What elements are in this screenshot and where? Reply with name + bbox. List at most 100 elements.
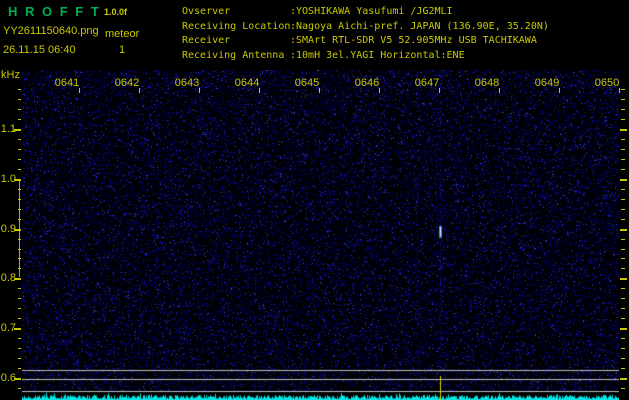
freq-minor-tick-right xyxy=(621,239,625,240)
time-tick xyxy=(199,88,200,93)
info-row-location: Receiving Location :Nagoya Aichi-pref. J… xyxy=(182,20,549,35)
freq-minor-tick-right xyxy=(621,268,625,269)
freq-minor-tick-left xyxy=(18,219,21,220)
station-info: Ovserver :YOSHIKAWA Yasufumi /JG2MLI Rec… xyxy=(182,5,549,63)
location-value: :Nagoya Aichi-pref. JAPAN (136.90E, 35.2… xyxy=(290,20,549,32)
freq-minor-tick-left xyxy=(18,109,21,110)
hrofft-window: H R O F F T 1.0.0f YY2611150640.png mete… xyxy=(0,0,629,400)
time-tick xyxy=(259,88,260,93)
time-label: 0645 xyxy=(294,77,320,89)
time-label: 0641 xyxy=(54,77,80,89)
freq-minor-tick-right xyxy=(621,308,625,309)
freq-minor-tick-right xyxy=(621,249,625,250)
observer-value: :YOSHIKAWA Yasufumi /JG2MLI xyxy=(290,6,453,17)
time-tick xyxy=(379,88,380,93)
time-label: 0649 xyxy=(534,77,560,89)
time-tick xyxy=(439,88,440,93)
freq-minor-tick-left xyxy=(18,368,21,369)
freq-unit-label: kHz xyxy=(1,69,20,81)
freq-minor-tick-right xyxy=(621,89,625,90)
freq-major-tick-left xyxy=(14,229,21,231)
time-label: 0643 xyxy=(174,77,200,89)
info-row-antenna: Receiving Antenna :10mH 3el.YAGI Horizon… xyxy=(182,49,549,64)
freq-major-tick-left xyxy=(14,278,21,280)
freq-minor-tick-right xyxy=(621,368,625,369)
antenna-label: Receiving Antenna xyxy=(182,49,285,61)
freq-minor-tick-right xyxy=(621,109,625,110)
datetime-label: 26.11.15 06:40 xyxy=(3,44,76,56)
freq-minor-tick-right xyxy=(621,159,625,160)
freq-minor-tick-left xyxy=(18,288,21,289)
freq-minor-tick-left xyxy=(18,268,21,269)
freq-minor-tick-right xyxy=(621,219,625,220)
freq-major-tick-right xyxy=(620,229,627,231)
freq-minor-tick-left xyxy=(18,139,21,140)
receiver-value: :SMArt RTL-SDR V5 52.905MHz USB TACHIKAW… xyxy=(290,35,537,46)
time-tick xyxy=(559,88,560,93)
freq-minor-tick-left xyxy=(18,348,21,349)
freq-minor-tick-right xyxy=(621,139,625,140)
freq-major-tick-right xyxy=(620,378,627,380)
mode-label: meteor xyxy=(105,28,140,40)
freq-major-tick-right xyxy=(620,179,627,181)
freq-major-tick-left xyxy=(14,328,21,330)
freq-minor-tick-right xyxy=(621,149,625,150)
meteor-count: 1 xyxy=(119,44,126,56)
freq-minor-tick-left xyxy=(18,239,21,240)
freq-major-tick-left xyxy=(14,179,21,181)
freq-major-tick-right xyxy=(620,129,627,131)
freq-minor-tick-right xyxy=(621,169,625,170)
freq-minor-tick-right xyxy=(621,99,625,100)
freq-minor-tick-left xyxy=(18,209,21,210)
freq-minor-tick-left xyxy=(18,388,21,389)
freq-minor-tick-left xyxy=(18,159,21,160)
output-filename: YY2611150640.png xyxy=(3,25,99,37)
freq-minor-tick-right xyxy=(621,318,625,319)
freq-minor-tick-left xyxy=(18,99,21,100)
freq-minor-tick-left xyxy=(18,89,21,90)
freq-minor-tick-right xyxy=(621,288,625,289)
freq-minor-tick-left xyxy=(18,338,21,339)
time-label: 0646 xyxy=(354,77,380,89)
freq-minor-tick-left xyxy=(18,199,21,200)
antenna-value: :10mH 3el.YAGI Horizontal:ENE xyxy=(290,49,465,61)
freq-minor-tick-left xyxy=(18,249,21,250)
spectrogram-canvas xyxy=(22,70,619,400)
freq-minor-tick-left xyxy=(18,169,21,170)
freq-minor-tick-right xyxy=(621,358,625,359)
time-label: 0647 xyxy=(414,77,440,89)
time-label: 0642 xyxy=(114,77,140,89)
time-tick xyxy=(319,88,320,93)
app-version: 1.0.0f xyxy=(104,7,128,17)
freq-minor-tick-right xyxy=(621,209,625,210)
time-tick xyxy=(499,88,500,93)
freq-major-tick-right xyxy=(620,328,627,330)
freq-minor-tick-left xyxy=(18,258,21,259)
freq-minor-tick-right xyxy=(621,388,625,389)
observer-label: Ovserver xyxy=(182,6,231,17)
time-label: 0644 xyxy=(234,77,260,89)
freq-minor-tick-right xyxy=(621,298,625,299)
freq-minor-tick-right xyxy=(621,189,625,190)
freq-minor-tick-right xyxy=(621,199,625,200)
freq-minor-tick-left xyxy=(18,298,21,299)
info-row-receiver: Receiver :SMArt RTL-SDR V5 52.905MHz USB… xyxy=(182,34,549,49)
freq-major-tick-left xyxy=(14,129,21,131)
freq-major-tick-left xyxy=(14,378,21,380)
location-label: Receiving Location xyxy=(182,20,291,32)
app-title: H R O F F T xyxy=(8,4,101,19)
time-label: 0650 xyxy=(594,77,620,89)
receiver-label: Receiver xyxy=(182,35,231,46)
time-tick xyxy=(79,88,80,93)
time-tick xyxy=(619,88,620,93)
freq-minor-tick-left xyxy=(18,358,21,359)
freq-minor-tick-left xyxy=(18,189,21,190)
freq-minor-tick-right xyxy=(621,348,625,349)
freq-minor-tick-left xyxy=(18,318,21,319)
info-row-observer: Ovserver :YOSHIKAWA Yasufumi /JG2MLI xyxy=(182,5,549,20)
freq-minor-tick-right xyxy=(621,119,625,120)
freq-minor-tick-left xyxy=(18,119,21,120)
freq-minor-tick-right xyxy=(621,258,625,259)
freq-minor-tick-left xyxy=(18,149,21,150)
time-tick xyxy=(139,88,140,93)
